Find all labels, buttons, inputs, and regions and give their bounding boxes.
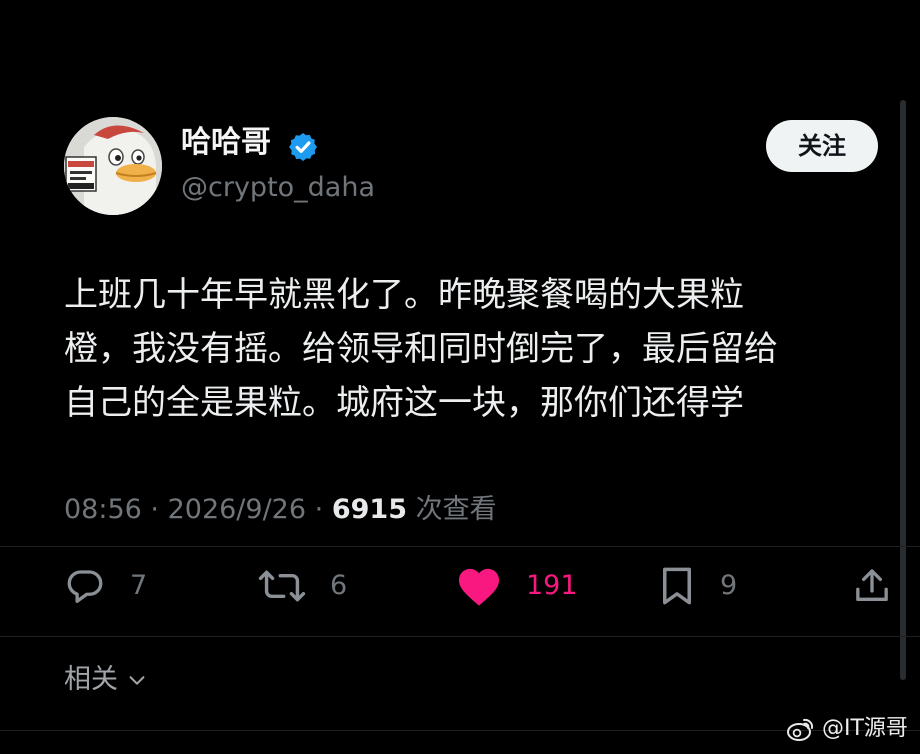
action-bar: 7 6 191 9 (0, 560, 920, 612)
views-count: 6915 (331, 494, 407, 525)
meta-separator: · (314, 494, 324, 525)
related-label: 相关 (64, 664, 118, 695)
post-text-line: 自己的全是果粒。城府这一块，那你们还得学 (64, 383, 744, 423)
post-text-line: 橙，我没有摇。给领导和同时倒完了，最后留给 (64, 329, 778, 369)
reply-icon (67, 570, 103, 603)
divider (0, 636, 920, 637)
like-button[interactable]: 191 (456, 560, 578, 612)
verified-badge-icon (289, 133, 317, 161)
post-text-line: 上班几十年早就黑化了。昨晚聚餐喝的大果粒 (64, 275, 744, 315)
share-icon (856, 569, 888, 601)
share-button[interactable] (852, 560, 892, 612)
post-text: 上班几十年早就黑化了。昨晚聚餐喝的大果粒 橙，我没有摇。给领导和同时倒完了，最后… (64, 268, 864, 430)
like-count: 191 (526, 570, 578, 601)
reply-count: 7 (130, 570, 148, 601)
bookmark-icon (663, 567, 691, 605)
meta-separator: · (150, 494, 159, 525)
post-time[interactable]: 08:56 (64, 494, 142, 525)
duck-avatar-icon (64, 117, 162, 215)
bookmark-count: 9 (720, 570, 738, 601)
display-name[interactable]: 哈哈哥 (181, 125, 271, 161)
repost-button[interactable]: 6 (258, 560, 347, 612)
weibo-logo-icon (787, 718, 814, 741)
watermark: @IT源哥 (786, 714, 908, 744)
divider (0, 730, 920, 731)
repost-icon (258, 570, 306, 602)
chevron-down-icon (129, 676, 145, 685)
bookmark-button[interactable]: 9 (658, 560, 737, 612)
repost-count: 6 (330, 570, 348, 601)
avatar[interactable] (64, 117, 162, 215)
views-label: 次查看 (415, 494, 497, 525)
post-card: 哈哈哥 @crypto_daha 关注 上班几十年早就黑化了。昨晚聚餐喝的大果粒… (0, 0, 920, 754)
divider (0, 546, 920, 547)
post-meta: 08:56 · 2026/9/26 · 6915 次查看 (64, 490, 497, 530)
reply-button[interactable]: 7 (64, 560, 147, 612)
watermark-text: @IT源哥 (822, 716, 908, 741)
related-toggle[interactable]: 相关 (64, 660, 148, 700)
user-handle[interactable]: @crypto_daha (181, 171, 375, 205)
follow-button[interactable]: 关注 (766, 120, 878, 172)
heart-icon (458, 568, 500, 606)
post-date[interactable]: 2026/9/26 (168, 494, 306, 525)
